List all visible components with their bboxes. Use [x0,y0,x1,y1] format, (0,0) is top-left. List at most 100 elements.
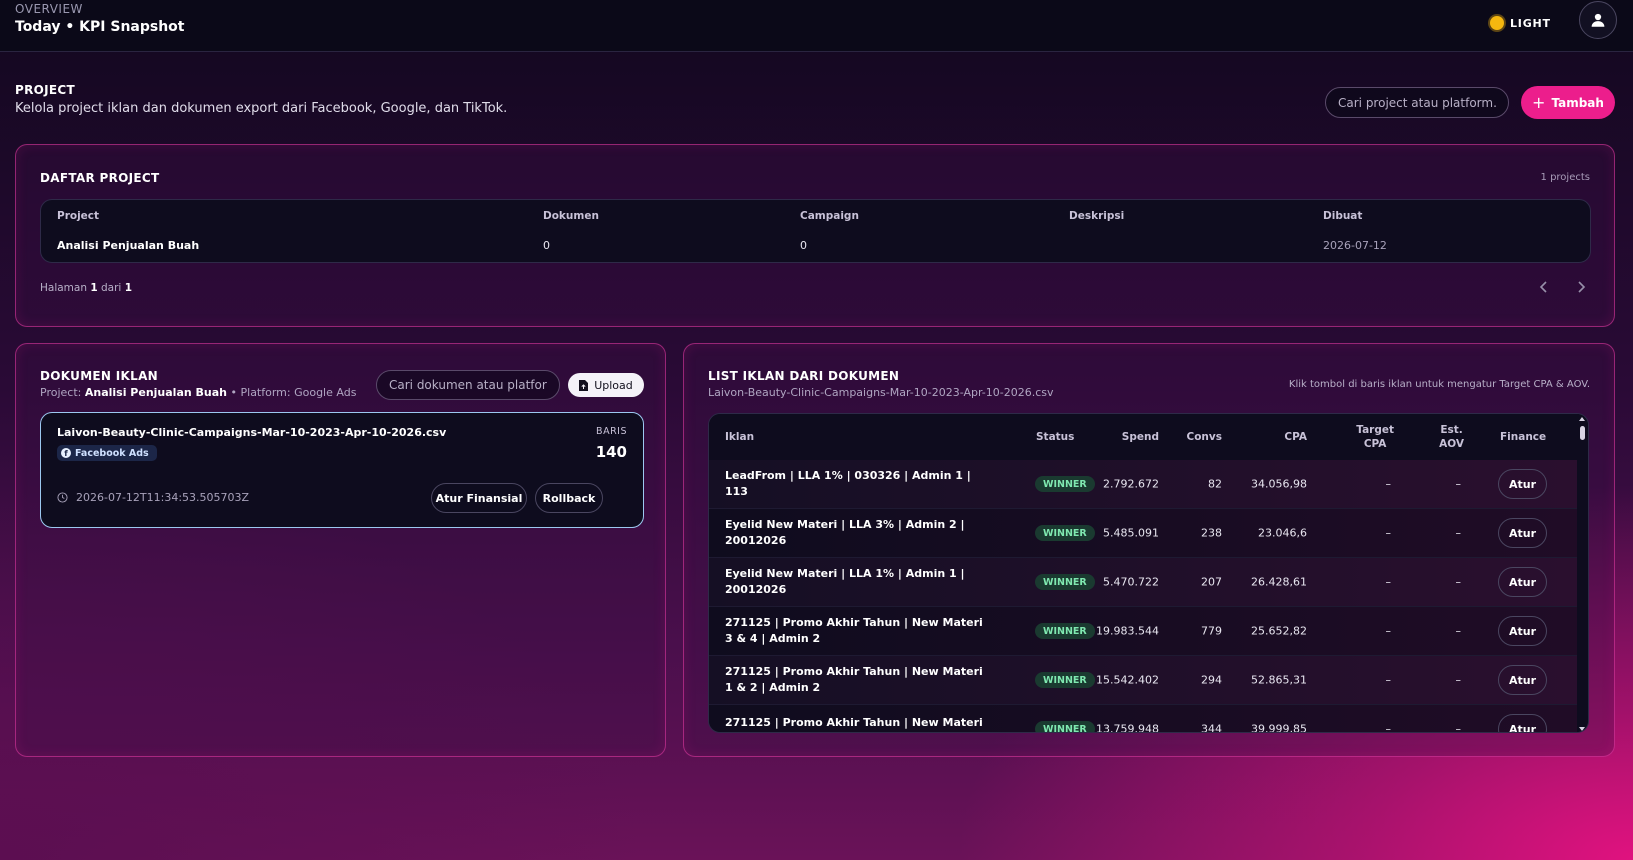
est-aov-value: – [1455,673,1462,687]
card-title: DAFTAR PROJECT [40,171,160,185]
prev-page-button[interactable] [1532,275,1556,299]
document-item[interactable]: Laivon-Beauty-Clinic-Campaigns-Mar-10-20… [40,412,644,528]
spend-value: 2.792.672 [1103,477,1159,491]
atur-button[interactable]: Atur [1498,469,1547,499]
column-header: Dibuat [1323,210,1363,222]
spend-value: 15.542.402 [1096,673,1159,687]
convs-value: 779 [1201,624,1222,638]
column-header: CPA [1284,431,1307,443]
project-list-card: DAFTAR PROJECT 1 projects Project Dokume… [15,144,1615,327]
page-title: Today • KPI Snapshot [15,19,185,35]
cpa-value: 23.046,6 [1258,526,1307,540]
ads-table-body[interactable]: Iklan Status Spend Convs CPA Target CPA … [709,414,1579,733]
target-cpa-value: – [1385,624,1392,638]
theme-toggle-label: LIGHT [1510,16,1551,30]
rows-label: BARIS [596,426,627,437]
target-cpa-value: – [1385,673,1392,687]
overline: OVERVIEW [15,2,83,16]
target-cpa-value: – [1385,575,1392,589]
cpa-value: 52.865,31 [1251,673,1307,687]
document-search-input[interactable] [376,370,560,400]
status-badge: WINNER [1035,476,1095,492]
upload-button[interactable]: Upload [568,373,644,397]
project-search-input[interactable] [1325,87,1509,118]
status-badge: WINNER [1035,574,1095,590]
vertical-scrollbar[interactable] [1577,414,1588,732]
column-header: Convs [1186,431,1223,443]
rows-value: 140 [595,443,627,461]
target-cpa-value: – [1385,722,1392,733]
scroll-down-arrow[interactable] [1579,727,1585,731]
atur-button[interactable]: Atur [1498,567,1547,597]
project-header: PROJECT Kelola project iklan dan dokumen… [15,83,507,116]
table-row: 271125 | Promo Akhir Tahun | New Materi … [709,705,1579,733]
table-row: Eyelid New Materi | LLA 3% | Admin 2 | 2… [709,509,1579,558]
next-page-button[interactable] [1569,275,1593,299]
ad-name: 271125 | Promo Akhir Tahun | New Materi … [725,665,983,694]
ads-list-card: LIST IKLAN DARI DOKUMEN Laivon-Beauty-Cl… [683,343,1615,757]
plus-icon: + [1532,92,1546,112]
est-aov-value: – [1455,477,1462,491]
table-row: 271125 | Promo Akhir Tahun | New Materi … [709,656,1579,705]
file-upload-icon [579,379,589,391]
ads-table: Iklan Status Spend Convs CPA Target CPA … [708,413,1589,733]
cpa-value: 39.999,85 [1251,722,1307,733]
convs-value: 344 [1201,722,1222,733]
platform-badge: f Facebook Ads [57,445,157,461]
status-badge: WINNER [1035,672,1095,688]
user-avatar-button[interactable] [1579,1,1617,39]
atur-button[interactable]: Atur [1498,518,1547,548]
scrollbar-thumb[interactable] [1580,426,1585,440]
est-aov-value: – [1455,526,1462,540]
top-bar: OVERVIEW Today • KPI Snapshot LIGHT [0,0,1633,52]
scroll-up-arrow[interactable] [1579,417,1585,421]
column-header: Spend [1121,431,1159,443]
chevron-right-icon [1578,281,1586,293]
finance-settings-button[interactable]: Atur Finansial [431,483,527,513]
est-aov-value: – [1455,722,1462,733]
facebook-icon: f [61,448,71,458]
ad-name: 271125 | Promo Akhir Tahun | New Materi … [725,716,983,729]
theme-toggle-button[interactable]: LIGHT [1490,11,1551,35]
column-header: Project [57,210,100,222]
atur-button[interactable]: Atur [1498,665,1547,695]
chevron-left-icon [1539,281,1547,293]
column-header: Iklan [725,431,755,443]
convs-value: 207 [1201,575,1222,589]
column-header-est-aov: Est. AOV [1439,424,1464,450]
add-project-button[interactable]: + Tambah [1521,86,1615,119]
target-cpa-value: – [1385,477,1392,491]
est-aov-value: – [1455,624,1462,638]
ad-name: Eyelid New Materi | LLA 3% | Admin 2 | 2… [725,518,965,547]
document-filename: Laivon-Beauty-Clinic-Campaigns-Mar-10-20… [57,426,447,439]
convs-value: 82 [1208,477,1222,491]
sun-icon [1490,16,1504,30]
cpa-value: 26.428,61 [1251,575,1307,589]
status-badge: WINNER [1035,721,1095,732]
document-count: 0 [543,239,550,252]
column-header: Dokumen [543,210,599,222]
spend-value: 5.470.722 [1103,575,1159,589]
card-title: LIST IKLAN DARI DOKUMEN [708,369,900,383]
ads-list-filename: Laivon-Beauty-Clinic-Campaigns-Mar-10-20… [708,386,1054,399]
card-title: DOKUMEN IKLAN [40,369,158,383]
spend-value: 19.983.544 [1096,624,1159,638]
table-row: 271125 | Promo Akhir Tahun | New Materi … [709,607,1579,656]
atur-button[interactable]: Atur [1498,616,1547,646]
ads-list-hint: Klik tombol di baris iklan untuk mengatu… [1288,379,1590,390]
created-date: 2026-07-12 [1323,239,1387,252]
campaign-count: 0 [800,239,807,252]
column-header: Campaign [800,210,859,222]
clock-icon [57,492,68,503]
document-timestamp: 2026-07-12T11:34:53.505703Z [57,491,249,504]
add-project-label: Tambah [1551,95,1604,110]
target-cpa-value: – [1385,526,1392,540]
upload-label: Upload [594,378,633,392]
user-icon [1591,13,1605,27]
atur-button[interactable]: Atur [1498,714,1547,732]
project-name-link[interactable]: Analisi Penjualan Buah [57,239,199,252]
section-label: PROJECT [15,83,75,97]
ad-name: 271125 | Promo Akhir Tahun | New Materi … [725,616,983,645]
rollback-button[interactable]: Rollback [535,483,603,513]
documents-card: DOKUMEN IKLAN Project: Analisi Penjualan… [15,343,666,757]
